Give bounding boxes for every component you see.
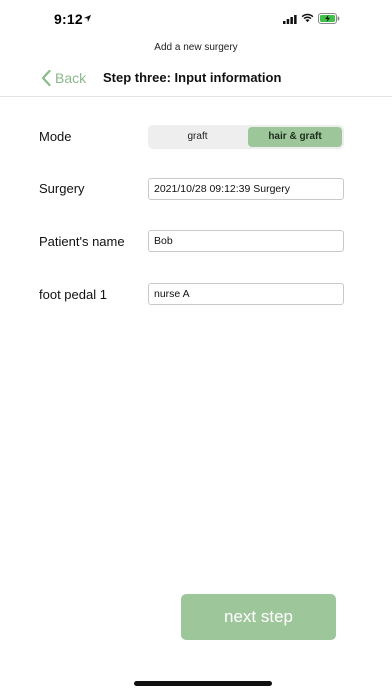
battery-charging-icon (318, 13, 340, 24)
header-subtitle: Add a new surgery (154, 42, 238, 53)
home-indicator (134, 681, 272, 686)
foot-pedal-label: foot pedal 1 (39, 287, 107, 302)
surgery-field[interactable] (148, 178, 344, 200)
back-button[interactable]: Back (40, 69, 86, 87)
patient-name-label: Patient's name (39, 234, 125, 249)
mode-label: Mode (39, 129, 72, 144)
chevron-left-icon (41, 69, 51, 87)
screen: 9:12 Add a new surgery Back Step three: … (0, 0, 392, 696)
page-title: Step three: Input information (103, 70, 282, 85)
back-label: Back (55, 70, 87, 86)
patient-name-field[interactable] (148, 230, 344, 252)
next-step-button[interactable]: next step (181, 594, 336, 640)
mode-option-hair-graft[interactable]: hair & graft (248, 127, 342, 147)
mode-segmented-control: graft hair & graft (148, 125, 344, 149)
status-bar: 9:12 (0, 0, 392, 40)
cellular-signal-icon (283, 15, 297, 24)
mode-option-graft[interactable]: graft (150, 127, 245, 147)
surgery-label: Surgery (39, 181, 85, 196)
location-arrow-icon (83, 14, 92, 23)
nav-bar: Back Step three: Input information (0, 60, 392, 97)
foot-pedal-field[interactable] (148, 283, 344, 305)
status-time: 9:12 (54, 11, 83, 27)
wifi-icon (301, 13, 314, 23)
